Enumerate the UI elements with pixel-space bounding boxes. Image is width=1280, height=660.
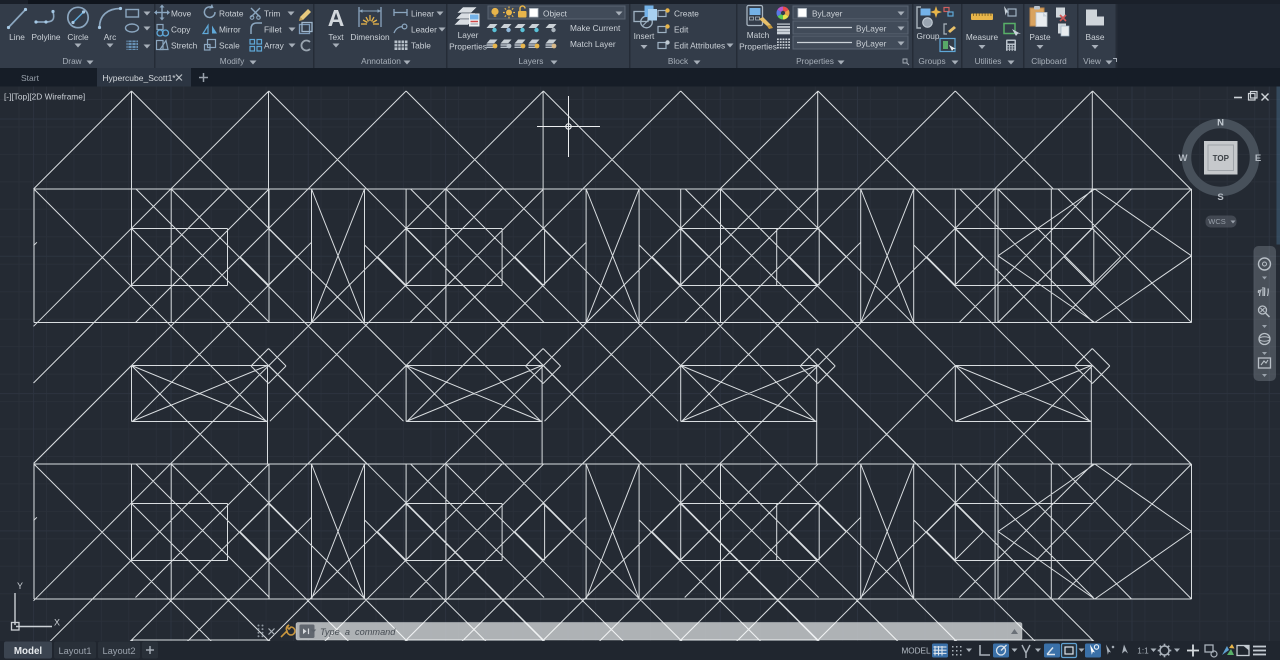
svg-text:Hypercube_Scott1*: Hypercube_Scott1* — [102, 73, 176, 83]
svg-text:Trim: Trim — [264, 9, 280, 19]
svg-text:Layout2: Layout2 — [102, 646, 135, 656]
svg-text:Groups: Groups — [918, 56, 945, 66]
svg-text:Start: Start — [21, 73, 40, 83]
svg-text:E: E — [1255, 153, 1261, 164]
svg-text:Group: Group — [916, 31, 939, 41]
svg-text:Match: Match — [747, 30, 770, 40]
svg-text:Linear: Linear — [411, 8, 434, 18]
svg-text:ByLayer: ByLayer — [812, 8, 843, 18]
svg-text:Circle: Circle — [67, 32, 89, 42]
svg-text:Rotate: Rotate — [219, 9, 244, 19]
svg-text:TOP: TOP — [1213, 154, 1230, 163]
svg-text:N: N — [1217, 118, 1224, 129]
svg-text:Insert: Insert — [634, 31, 655, 41]
svg-text:Block: Block — [668, 56, 689, 66]
svg-text:Leader: Leader — [411, 24, 437, 34]
svg-text:Draw: Draw — [62, 56, 82, 66]
svg-text:Polyline: Polyline — [31, 32, 60, 42]
svg-text:Layer: Layer — [458, 30, 479, 40]
svg-text:Utilities: Utilities — [975, 56, 1002, 66]
svg-text:WCS: WCS — [1208, 217, 1226, 226]
svg-text:Table: Table — [411, 40, 431, 50]
svg-text:Y: Y — [17, 581, 23, 591]
svg-text:MODEL: MODEL — [901, 647, 931, 656]
svg-text:Array: Array — [264, 41, 285, 51]
svg-text:A: A — [328, 5, 345, 31]
svg-text:Paste: Paste — [1029, 32, 1051, 42]
svg-text:Stretch: Stretch — [171, 41, 198, 51]
svg-text:Type a command: Type a command — [320, 627, 396, 637]
svg-text:Line: Line — [9, 32, 25, 42]
svg-text:Measure: Measure — [966, 32, 999, 42]
svg-text:X: X — [54, 618, 60, 628]
svg-text:Base: Base — [1086, 32, 1105, 42]
svg-text:S: S — [1217, 192, 1223, 203]
svg-text:Annotation: Annotation — [361, 56, 401, 66]
svg-text:W: W — [1179, 153, 1188, 164]
svg-text:Copy: Copy — [171, 25, 191, 35]
svg-text:Arc: Arc — [104, 32, 116, 42]
svg-text:Modify: Modify — [220, 56, 245, 66]
svg-text:Properties: Properties — [449, 42, 487, 52]
svg-text:Properties: Properties — [739, 42, 777, 52]
svg-text:Properties: Properties — [796, 56, 834, 66]
svg-text:Make Current: Make Current — [570, 23, 621, 33]
svg-text:Clipboard: Clipboard — [1031, 56, 1067, 66]
svg-text:Match Layer: Match Layer — [570, 39, 616, 49]
svg-text:Model: Model — [14, 646, 43, 657]
svg-text:ByLayer: ByLayer — [856, 23, 887, 33]
svg-text:Mirror: Mirror — [219, 25, 241, 35]
svg-text:Move: Move — [171, 9, 192, 19]
svg-text:Text: Text — [328, 32, 344, 42]
svg-text:Object: Object — [543, 8, 568, 18]
svg-text:Edit: Edit — [674, 24, 689, 34]
svg-text:Scale: Scale — [219, 41, 240, 51]
svg-text:Layers: Layers — [519, 56, 544, 66]
svg-text:1:1: 1:1 — [1137, 647, 1149, 656]
svg-text:Dimension: Dimension — [350, 32, 390, 42]
svg-text:View: View — [1083, 56, 1102, 66]
svg-text:Layout1: Layout1 — [58, 646, 91, 656]
svg-text:ByLayer: ByLayer — [856, 38, 887, 48]
svg-text:Fillet: Fillet — [264, 25, 282, 35]
svg-text:Create: Create — [674, 8, 699, 18]
svg-text:Edit Attributes: Edit Attributes — [674, 40, 725, 50]
svg-text:[-][Top][2D Wireframe]: [-][Top][2D Wireframe] — [4, 92, 85, 102]
